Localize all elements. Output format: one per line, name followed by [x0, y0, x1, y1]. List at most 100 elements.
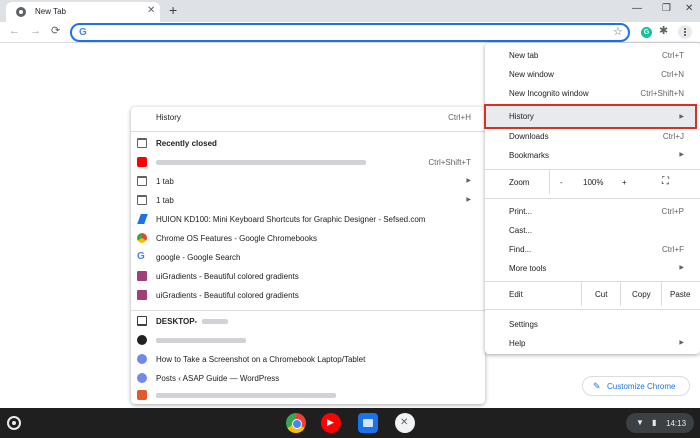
device-header: DESKTOP-: [131, 312, 485, 331]
recent-item-label: google - Google Search: [156, 253, 241, 262]
menu-item-new-incognito[interactable]: New Incognito window Ctrl+Shift+N: [485, 84, 700, 103]
chevron-right-icon: ▶: [679, 152, 684, 158]
chevron-right-icon: ▶: [466, 197, 471, 203]
recent-item-label: uiGradients - Beautiful colored gradient…: [156, 291, 299, 300]
gradient-icon: [137, 271, 147, 281]
divider: [485, 198, 700, 199]
zoom-in-button[interactable]: +: [622, 178, 627, 187]
address-input[interactable]: [94, 26, 604, 39]
chrome-main-menu: New tab Ctrl+T New window Ctrl+N New Inc…: [484, 43, 700, 354]
chrome-icon: [137, 233, 147, 243]
restore-button[interactable]: ❐: [662, 3, 671, 15]
battery-icon: ▮: [652, 418, 657, 427]
omnibox[interactable]: G ☆: [70, 23, 630, 42]
device-item[interactable]: How to Take a Screenshot on a Chromebook…: [131, 350, 485, 369]
recent-window-item[interactable]: 1 tab ▶: [131, 172, 485, 191]
recent-item[interactable]: uiGradients - Beautiful colored gradient…: [131, 286, 485, 305]
menu-item-new-tab[interactable]: New tab Ctrl+T: [485, 46, 700, 65]
device-item[interactable]: [131, 386, 485, 405]
recent-item-label: Chrome OS Features - Google Chromebooks: [156, 234, 317, 243]
recent-window-item[interactable]: 1 tab ▶: [131, 191, 485, 210]
launcher-button[interactable]: [7, 416, 21, 430]
menu-item-print[interactable]: Print... Ctrl+P: [485, 202, 700, 221]
recent-item[interactable]: HUION KD100: Mini Keyboard Shortcuts for…: [131, 210, 485, 229]
blurred-title: [156, 393, 336, 398]
zoom-out-button[interactable]: -: [560, 178, 563, 187]
zoom-label: Zoom: [509, 178, 530, 187]
recent-item[interactable]: G google - Google Search: [131, 248, 485, 267]
tab-title: New Tab: [35, 7, 66, 16]
chrome-menu-button[interactable]: [678, 25, 692, 39]
blurred-device-suffix: [202, 319, 228, 324]
menu-item-bookmarks[interactable]: Bookmarks ▶: [485, 146, 700, 165]
toolbar: ← → ⟳ G ☆ G ✱: [0, 22, 700, 43]
menu-item-find[interactable]: Find... Ctrl+F: [485, 240, 700, 259]
recent-item-youtube[interactable]: Ctrl+Shift+T: [131, 153, 485, 172]
menu-item-help[interactable]: Help ▶: [485, 334, 700, 353]
zoom-controls: - 100% + ⛶: [549, 170, 700, 194]
menu-item-more-tools[interactable]: More tools ▶: [485, 259, 700, 278]
chevron-right-icon: ▶: [679, 265, 684, 271]
menu-item-history[interactable]: History ▶: [484, 104, 697, 129]
site-icon: [137, 390, 147, 400]
menu-item-cast[interactable]: Cast...: [485, 221, 700, 240]
cut-label: Cut: [595, 290, 608, 299]
history-label: History: [156, 113, 181, 122]
clock: 14:13: [666, 419, 687, 428]
shelf-app-icon[interactable]: [395, 413, 415, 433]
menu-item-shortcut: Ctrl+Shift+N: [640, 89, 684, 98]
window-icon: [137, 176, 147, 186]
back-button[interactable]: ←: [9, 25, 20, 37]
menu-item-shortcut: Ctrl+F: [662, 245, 684, 254]
recent-item[interactable]: uiGradients - Beautiful colored gradient…: [131, 267, 485, 286]
status-tray[interactable]: ▼ ▮ 14:13: [626, 413, 694, 433]
recent-item-label: 1 tab: [156, 177, 174, 186]
grammarly-extension-icon[interactable]: G: [641, 27, 652, 38]
blurred-title: [156, 338, 246, 343]
paste-label: Paste: [670, 290, 691, 299]
shelf-files-icon[interactable]: [358, 413, 378, 433]
shelf-chrome-icon[interactable]: [286, 413, 306, 433]
tab-new-tab[interactable]: New Tab ✕: [6, 2, 160, 22]
history-menu-item[interactable]: History Ctrl+H: [131, 108, 485, 127]
menu-dot: [684, 31, 686, 33]
customize-chrome-button[interactable]: ✎ Customize Chrome: [582, 376, 690, 396]
new-tab-button[interactable]: +: [169, 3, 177, 17]
chevron-right-icon: ▶: [679, 114, 684, 120]
window-icon: [137, 195, 147, 205]
reload-button[interactable]: ⟳: [51, 25, 60, 37]
menu-item-new-window[interactable]: New window Ctrl+N: [485, 65, 700, 84]
device-item-label: How to Take a Screenshot on a Chromebook…: [156, 355, 366, 364]
customize-chrome-label: Customize Chrome: [607, 382, 676, 391]
tab-strip: New Tab ✕ + — ❐ ✕: [0, 0, 700, 22]
menu-item-label: New tab: [509, 51, 539, 60]
recently-closed-header: Recently closed: [131, 134, 485, 153]
extensions-puzzle-icon[interactable]: ✱: [659, 25, 668, 37]
menu-item-label: History: [509, 112, 534, 121]
wordpress-icon: [137, 373, 147, 383]
recent-item-label: HUION KD100: Mini Keyboard Shortcuts for…: [156, 215, 426, 224]
minimize-button[interactable]: —: [632, 3, 642, 15]
menu-dot: [684, 28, 686, 30]
youtube-icon: [137, 157, 147, 167]
menu-item-label: Find...: [509, 245, 532, 254]
cut-button[interactable]: Cut: [581, 282, 620, 306]
huion-icon: [137, 214, 148, 224]
device-item[interactable]: [131, 331, 485, 350]
star-icon[interactable]: ☆: [613, 26, 623, 38]
menu-item-label: Help: [509, 339, 526, 348]
paste-button[interactable]: Paste: [661, 282, 700, 306]
wifi-icon: ▼: [636, 418, 644, 427]
menu-item-downloads[interactable]: Downloads Ctrl+J: [485, 127, 700, 146]
window-close-button[interactable]: ✕: [685, 3, 693, 15]
recent-item[interactable]: Chrome OS Features - Google Chromebooks: [131, 229, 485, 248]
shelf-youtube-music-icon[interactable]: [321, 413, 341, 433]
copy-button[interactable]: Copy: [620, 282, 661, 306]
close-icon[interactable]: ✕: [147, 6, 155, 16]
forward-button[interactable]: →: [30, 25, 41, 37]
chrome-favicon-icon: [16, 7, 26, 17]
menu-item-label: More tools: [509, 264, 547, 273]
menu-row-edit: Edit Cut Copy Paste: [485, 282, 700, 306]
menu-item-settings[interactable]: Settings: [485, 315, 700, 334]
fullscreen-icon[interactable]: ⛶: [662, 176, 669, 187]
